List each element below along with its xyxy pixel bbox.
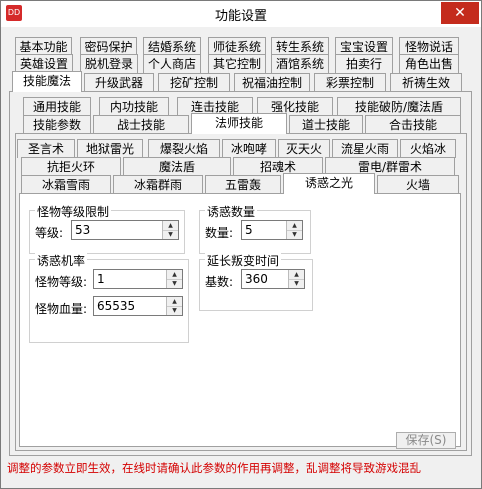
tab-ice-snow-rain[interactable]: 冰霜雪雨 <box>21 175 111 194</box>
spin-down-icon[interactable]: ▼ <box>287 230 302 239</box>
tab-ice-roar[interactable]: 冰咆哮 <box>222 139 276 158</box>
level-stepper[interactable]: 53 ▲ ▼ <box>71 220 179 240</box>
base-label: 基数: <box>205 275 234 289</box>
spin-down-icon[interactable]: ▼ <box>289 279 304 288</box>
tab-inner-skill[interactable]: 内功技能 <box>99 97 169 116</box>
tab-break-defense[interactable]: 技能破防/魔法盾 <box>337 97 461 116</box>
tab-bless-oil[interactable]: 祝福油控制 <box>234 73 310 92</box>
tab-holy-word[interactable]: 圣言术 <box>17 139 75 158</box>
tab-auction[interactable]: 拍卖行 <box>335 54 393 73</box>
spin-down-icon[interactable]: ▼ <box>167 279 182 288</box>
monster-level-spin-buttons[interactable]: ▲ ▼ <box>166 270 182 288</box>
level-label: 等级: <box>35 226 64 240</box>
base-stepper[interactable]: 360 ▲ ▼ <box>241 269 305 289</box>
tab-destroy-fire[interactable]: 灭天火 <box>278 139 330 158</box>
group-title-level-limit: 怪物等级限制 <box>35 203 112 220</box>
monster-hp-spin-buttons[interactable]: ▲ ▼ <box>166 297 182 315</box>
tab-prayer[interactable]: 祈祷生效 <box>390 73 462 92</box>
tab-lottery[interactable]: 彩票控制 <box>314 73 386 92</box>
save-button[interactable]: 保存(S) <box>396 432 456 449</box>
warning-text: 调整的参数立即生效，在线时请确认此参数的作用再调整，乱调整将导致游戏混乱 <box>7 461 421 475</box>
settings-window: DD 功能设置 ✕ 基本功能 密码保护 结婚系统 师徒系统 转生系统 宝宝设置 … <box>0 0 482 489</box>
tab-char-sale[interactable]: 角色出售 <box>399 54 459 73</box>
title-bar: DD 功能设置 ✕ <box>1 1 481 27</box>
tab-shop[interactable]: 个人商店 <box>143 54 201 73</box>
count-value: 5 <box>245 223 253 237</box>
tab-explode-fire[interactable]: 爆裂火焰 <box>148 139 220 158</box>
group-title-tempt-count: 诱惑数量 <box>205 203 258 220</box>
group-title-extend-betrayal: 延长叛变时间 <box>205 252 282 269</box>
tab-mage-skill[interactable]: 法师技能 <box>191 113 287 134</box>
spin-down-icon[interactable]: ▼ <box>167 306 182 315</box>
monster-level-label: 怪物等级: <box>35 275 88 289</box>
window-title: 功能设置 <box>214 9 267 24</box>
tab-tavern[interactable]: 酒馆系统 <box>271 54 329 73</box>
tab-skill-params[interactable]: 技能参数 <box>23 115 91 134</box>
tab-skill-magic[interactable]: 技能魔法 <box>12 71 82 92</box>
level-spin-buttons[interactable]: ▲ ▼ <box>162 221 178 239</box>
tab-offline[interactable]: 脱机登录 <box>80 54 138 73</box>
tab-taoist-skill[interactable]: 道士技能 <box>289 115 363 134</box>
monster-hp-stepper[interactable]: 65535 ▲ ▼ <box>93 296 183 316</box>
tab-five-thunder[interactable]: 五雷轰 <box>205 175 281 194</box>
group-title-tempt-rate: 诱惑机率 <box>35 252 88 269</box>
close-button[interactable]: ✕ <box>441 2 479 24</box>
tab-other[interactable]: 其它控制 <box>208 54 266 73</box>
base-spin-buttons[interactable]: ▲ ▼ <box>288 270 304 288</box>
count-label: 数量: <box>205 226 234 240</box>
tab-magic-shield[interactable]: 魔法盾 <box>123 157 231 176</box>
tab-common-skill[interactable]: 通用技能 <box>23 97 91 116</box>
monster-hp-value: 65535 <box>97 299 136 313</box>
monster-hp-label: 怪物血量: <box>35 302 88 316</box>
base-value: 360 <box>245 272 268 286</box>
spin-down-icon[interactable]: ▼ <box>163 230 178 239</box>
tab-combined-skill[interactable]: 合击技能 <box>365 115 461 134</box>
tab-hell-thunder[interactable]: 地狱雷光 <box>77 139 143 158</box>
count-spin-buttons[interactable]: ▲ ▼ <box>286 221 302 239</box>
tab-upgrade-weapon[interactable]: 升级武器 <box>84 73 154 92</box>
tab-ice-group-rain[interactable]: 冰霜群雨 <box>113 175 203 194</box>
level-value: 53 <box>75 223 91 237</box>
monster-level-value: 1 <box>97 272 105 286</box>
tab-repel-ring[interactable]: 抗拒火环 <box>21 157 121 176</box>
tab-mining[interactable]: 挖矿控制 <box>158 73 230 92</box>
count-stepper[interactable]: 5 ▲ ▼ <box>241 220 303 240</box>
tab-tempt-light[interactable]: 诱惑之光 <box>283 173 375 194</box>
tab-fire-ice[interactable]: 火焰冰 <box>400 139 456 158</box>
monster-level-stepper[interactable]: 1 ▲ ▼ <box>93 269 183 289</box>
tab-meteor-rain[interactable]: 流星火雨 <box>332 139 398 158</box>
tab-warrior-skill[interactable]: 战士技能 <box>93 115 189 134</box>
client-area: 基本功能 密码保护 结婚系统 师徒系统 转生系统 宝宝设置 怪物说话 英雄设置 … <box>1 27 481 488</box>
tab-fire-wall[interactable]: 火墙 <box>377 175 459 194</box>
